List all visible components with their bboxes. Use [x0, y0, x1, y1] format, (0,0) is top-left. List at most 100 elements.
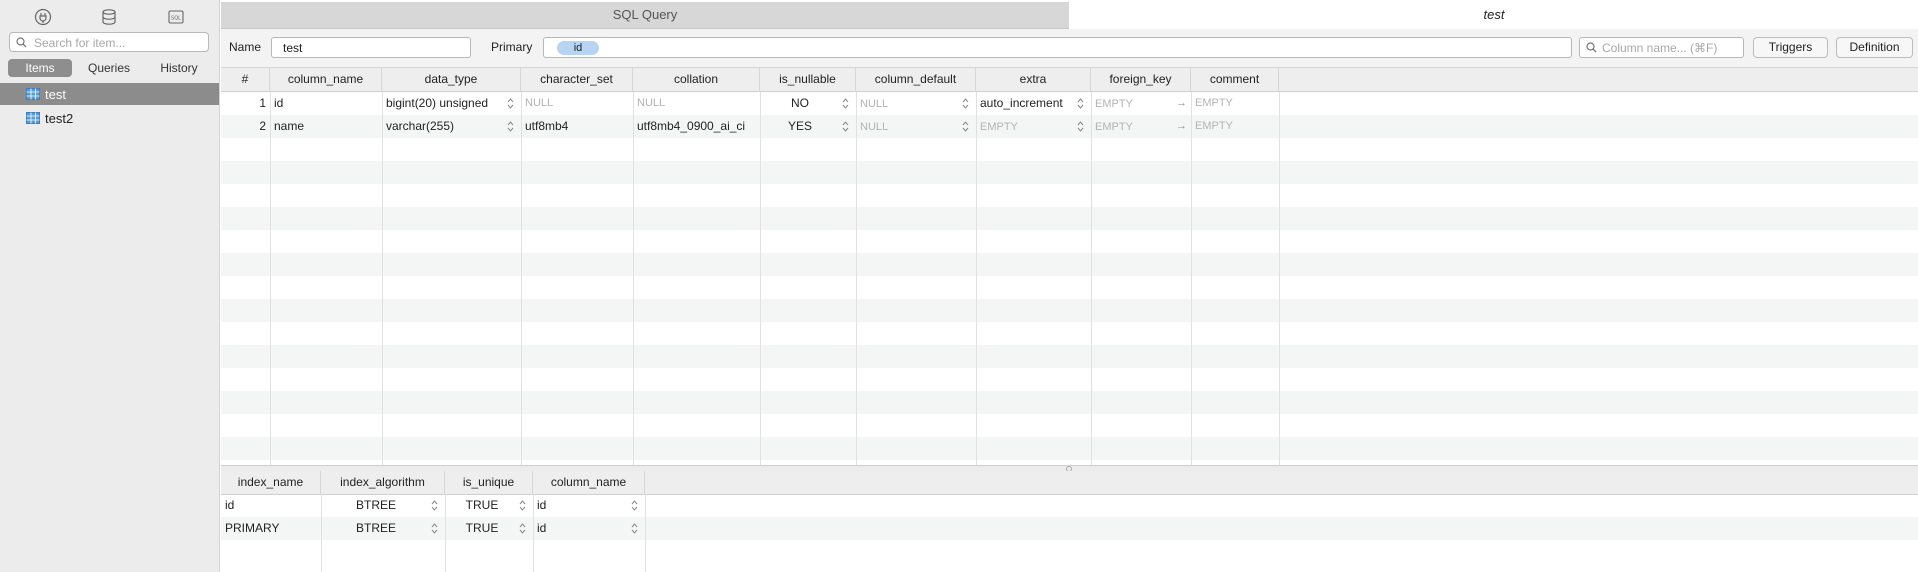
- definition-button[interactable]: Definition: [1836, 37, 1913, 58]
- header-index-algorithm[interactable]: index_algorithm: [321, 471, 445, 494]
- stepper-icon[interactable]: [507, 121, 514, 132]
- cell-index-column-name[interactable]: id: [533, 494, 645, 517]
- database-icon[interactable]: [100, 8, 118, 26]
- header-index-column-name[interactable]: column_name: [533, 471, 645, 494]
- header-column-default[interactable]: column_default: [856, 68, 976, 91]
- name-field-value: test: [283, 41, 303, 55]
- column-divider: [856, 92, 857, 465]
- table-row[interactable]: 1 id bigint(20) unsigned NULL NULL NO NU…: [221, 92, 1918, 115]
- cell-data-type[interactable]: varchar(255): [382, 115, 521, 138]
- stepper-icon[interactable]: [842, 98, 849, 109]
- cell-comment[interactable]: EMPTY: [1191, 115, 1279, 138]
- stepper-icon[interactable]: [519, 500, 526, 511]
- cell-character-set[interactable]: utf8mb4: [521, 115, 633, 138]
- cell-column-name[interactable]: id: [270, 92, 382, 115]
- sidebar-item-test[interactable]: test: [0, 83, 219, 105]
- search-icon: [16, 37, 27, 48]
- name-field[interactable]: test: [271, 37, 471, 58]
- stepper-icon[interactable]: [842, 121, 849, 132]
- cell-comment[interactable]: EMPTY: [1191, 92, 1279, 115]
- sidebar-item-label: test2: [45, 111, 74, 126]
- cell-data-type[interactable]: bigint(20) unsigned: [382, 92, 521, 115]
- empty-row: [221, 230, 1918, 253]
- empty-row: [221, 161, 1918, 184]
- header-comment[interactable]: comment: [1191, 68, 1279, 91]
- column-search-input[interactable]: Column name... (⌘F): [1579, 37, 1744, 58]
- sidebar-search-input[interactable]: Search for item...: [9, 32, 209, 52]
- cell-character-set[interactable]: NULL: [521, 92, 633, 115]
- header-data-type[interactable]: data_type: [382, 68, 521, 91]
- cell-collation[interactable]: utf8mb4_0900_ai_ci: [633, 115, 760, 138]
- stepper-icon[interactable]: [1077, 98, 1084, 109]
- cell-index-column-name[interactable]: id: [533, 517, 645, 540]
- column-divider: [1091, 92, 1092, 465]
- header-index-name[interactable]: index_name: [221, 471, 321, 494]
- cell-is-nullable[interactable]: NO: [760, 92, 856, 115]
- sidebar: SQL Search for item... Items Queries His…: [0, 0, 220, 572]
- segment-items[interactable]: Items: [8, 59, 72, 77]
- sql-icon[interactable]: SQL: [167, 8, 185, 26]
- header-extra[interactable]: extra: [976, 68, 1091, 91]
- arrow-right-icon[interactable]: →: [1176, 115, 1187, 138]
- cell-column-default[interactable]: NULL: [856, 115, 976, 138]
- header-collation[interactable]: collation: [633, 68, 760, 91]
- column-search-placeholder: Column name... (⌘F): [1602, 41, 1718, 55]
- cell-is-nullable[interactable]: YES: [760, 115, 856, 138]
- tab-test[interactable]: test: [1070, 2, 1918, 28]
- cell-index-name[interactable]: id: [221, 494, 321, 517]
- cell-num: 2: [259, 119, 266, 133]
- header-num[interactable]: #: [221, 68, 270, 91]
- column-divider: [1191, 92, 1192, 465]
- cell-is-unique[interactable]: TRUE: [445, 494, 533, 517]
- cell-extra[interactable]: EMPTY: [976, 115, 1091, 138]
- cell-is-unique[interactable]: TRUE: [445, 517, 533, 540]
- header-character-set[interactable]: character_set: [521, 68, 633, 91]
- cell-index-name[interactable]: PRIMARY: [221, 517, 321, 540]
- stepper-icon[interactable]: [507, 98, 514, 109]
- cell-index-algorithm[interactable]: BTREE: [321, 517, 445, 540]
- table-row[interactable]: 2 name varchar(255) utf8mb4 utf8mb4_0900…: [221, 115, 1918, 138]
- stepper-icon[interactable]: [631, 523, 638, 534]
- column-divider: [445, 494, 446, 572]
- cell-column-name[interactable]: name: [270, 115, 382, 138]
- cell-foreign-key[interactable]: EMPTY →: [1091, 115, 1191, 138]
- stepper-icon[interactable]: [519, 523, 526, 534]
- stepper-icon[interactable]: [962, 98, 969, 109]
- empty-row: [221, 253, 1918, 276]
- column-divider: [1279, 92, 1280, 465]
- stepper-icon[interactable]: [1077, 121, 1084, 132]
- primary-key-field[interactable]: id: [543, 37, 1572, 58]
- segment-queries[interactable]: Queries: [75, 59, 143, 77]
- header-column-name[interactable]: column_name: [270, 68, 382, 91]
- empty-row: [221, 540, 1918, 563]
- cell-column-default-value: NULL: [860, 121, 889, 133]
- cell-index-algorithm[interactable]: BTREE: [321, 494, 445, 517]
- table-row[interactable]: PRIMARY BTREE TRUE id: [221, 517, 1918, 540]
- arrow-right-icon[interactable]: →: [1176, 92, 1187, 115]
- table-row[interactable]: id BTREE TRUE id: [221, 494, 1918, 517]
- column-divider: [321, 494, 322, 572]
- segment-history[interactable]: History: [146, 59, 212, 77]
- stepper-icon[interactable]: [962, 121, 969, 132]
- cell-num: 1: [259, 96, 266, 110]
- cell-extra[interactable]: auto_increment: [976, 92, 1091, 115]
- cell-collation[interactable]: NULL: [633, 92, 760, 115]
- triggers-button[interactable]: Triggers: [1753, 37, 1828, 58]
- connection-plug-icon[interactable]: [34, 8, 52, 26]
- stepper-icon[interactable]: [431, 500, 438, 511]
- stepper-icon[interactable]: [631, 500, 638, 511]
- cell-column-default[interactable]: NULL: [856, 92, 976, 115]
- header-is-nullable[interactable]: is_nullable: [760, 68, 856, 91]
- cell-is-unique-value: TRUE: [465, 521, 499, 535]
- header-foreign-key[interactable]: foreign_key: [1091, 68, 1191, 91]
- empty-row: [221, 299, 1918, 322]
- sidebar-item-test2[interactable]: test2: [0, 107, 219, 129]
- header-is-unique[interactable]: is_unique: [445, 471, 533, 494]
- cell-foreign-key-value: EMPTY: [1095, 98, 1133, 110]
- empty-row: [221, 276, 1918, 299]
- tab-sql-query[interactable]: SQL Query: [221, 2, 1069, 29]
- cell-is-unique-value: TRUE: [465, 498, 499, 512]
- stepper-icon[interactable]: [431, 523, 438, 534]
- primary-key-token[interactable]: id: [557, 41, 599, 55]
- cell-foreign-key[interactable]: EMPTY →: [1091, 92, 1191, 115]
